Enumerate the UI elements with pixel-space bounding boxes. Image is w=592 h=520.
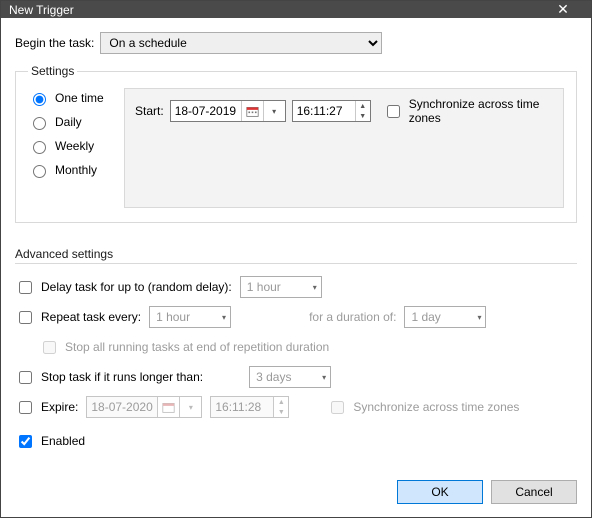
radio-monthly-label: Monthly	[55, 163, 97, 177]
start-time-input[interactable]	[293, 101, 355, 121]
time-spinner[interactable]: ▲ ▼	[355, 101, 370, 121]
advanced-legend: Advanced settings	[15, 247, 577, 264]
expire-date-field[interactable]: ▾	[86, 396, 202, 418]
sync-tz-label: Synchronize across time zones	[409, 97, 553, 125]
stop-longer-input[interactable]	[19, 371, 32, 384]
stop-repetition-checkbox: Stop all running tasks at end of repetit…	[39, 338, 329, 357]
stop-longer-label: Stop task if it runs longer than:	[41, 370, 203, 384]
expire-sync-tz-input	[331, 401, 344, 414]
radio-one-time[interactable]: One time	[28, 90, 114, 106]
chevron-down-icon: ▾	[469, 313, 481, 322]
radio-daily-input[interactable]	[33, 117, 46, 130]
repeat-checkbox[interactable]: Repeat task every:	[15, 308, 141, 327]
spin-down-icon[interactable]: ▼	[274, 407, 288, 417]
start-time-field[interactable]: ▲ ▼	[292, 100, 371, 122]
sync-tz-input[interactable]	[387, 105, 400, 118]
radio-monthly-input[interactable]	[33, 165, 46, 178]
start-label: Start:	[135, 104, 164, 118]
stop-longer-checkbox[interactable]: Stop task if it runs longer than:	[15, 368, 203, 387]
chevron-down-icon: ▾	[314, 373, 326, 382]
chevron-down-icon[interactable]: ▾	[263, 101, 285, 121]
settings-group: Settings One time Daily Weekly	[15, 64, 577, 223]
repeat-value: 1 hour	[156, 310, 190, 324]
schedule-panel: Start: ▾ ▲ ▼	[124, 88, 564, 208]
delay-label: Delay task for up to (random delay):	[41, 280, 232, 294]
repeat-duration-combo[interactable]: 1 day ▾	[404, 306, 486, 328]
dialog-footer: OK Cancel	[1, 470, 591, 520]
expire-label: Expire:	[41, 400, 78, 414]
delay-input[interactable]	[19, 281, 32, 294]
radio-weekly-input[interactable]	[33, 141, 46, 154]
ok-button[interactable]: OK	[397, 480, 483, 504]
repeat-combo[interactable]: 1 hour ▾	[149, 306, 231, 328]
delay-checkbox[interactable]: Delay task for up to (random delay):	[15, 278, 232, 297]
spin-down-icon[interactable]: ▼	[356, 111, 370, 121]
expire-time-field[interactable]: ▲ ▼	[210, 396, 289, 418]
delay-value: 1 hour	[247, 280, 281, 294]
repeat-duration-value: 1 day	[411, 310, 440, 324]
enabled-input[interactable]	[19, 435, 32, 448]
stop-longer-combo[interactable]: 3 days ▾	[249, 366, 331, 388]
start-date-input[interactable]	[171, 101, 241, 121]
window-title: New Trigger	[9, 3, 543, 17]
chevron-down-icon: ▾	[214, 313, 226, 322]
expire-checkbox[interactable]: Expire:	[15, 398, 78, 417]
repeat-input[interactable]	[19, 311, 32, 324]
advanced-group: Advanced settings Delay task for up to (…	[15, 247, 577, 460]
radio-one-time-input[interactable]	[33, 93, 46, 106]
expire-time-input[interactable]	[211, 397, 273, 417]
start-date-field[interactable]: ▾	[170, 100, 286, 122]
calendar-icon[interactable]	[157, 397, 179, 417]
stop-longer-value: 3 days	[256, 370, 291, 384]
begin-task-select[interactable]: On a schedule	[100, 32, 382, 54]
titlebar: New Trigger ✕	[1, 1, 591, 18]
enabled-label: Enabled	[41, 434, 85, 448]
radio-daily-label: Daily	[55, 115, 82, 129]
chevron-down-icon: ▾	[305, 283, 317, 292]
expire-sync-tz-label: Synchronize across time zones	[353, 400, 519, 414]
begin-task-label: Begin the task:	[15, 36, 94, 50]
chevron-down-icon[interactable]: ▾	[179, 397, 201, 417]
cancel-button[interactable]: Cancel	[491, 480, 577, 504]
sync-tz-checkbox[interactable]: Synchronize across time zones	[383, 97, 553, 125]
enabled-checkbox[interactable]: Enabled	[15, 432, 85, 451]
stop-repetition-input	[43, 341, 56, 354]
repeat-duration-label: for a duration of:	[309, 310, 396, 324]
delay-combo[interactable]: 1 hour ▾	[240, 276, 322, 298]
calendar-icon[interactable]	[241, 101, 263, 121]
spin-up-icon[interactable]: ▲	[356, 101, 370, 111]
repeat-label: Repeat task every:	[41, 310, 141, 324]
stop-repetition-label: Stop all running tasks at end of repetit…	[65, 340, 329, 354]
close-icon[interactable]: ✕	[543, 1, 583, 18]
spin-up-icon[interactable]: ▲	[274, 397, 288, 407]
radio-monthly[interactable]: Monthly	[28, 162, 114, 178]
radio-daily[interactable]: Daily	[28, 114, 114, 130]
radio-weekly-label: Weekly	[55, 139, 94, 153]
radio-one-time-label: One time	[55, 91, 104, 105]
expire-input[interactable]	[19, 401, 32, 414]
radio-weekly[interactable]: Weekly	[28, 138, 114, 154]
expire-date-input[interactable]	[87, 397, 157, 417]
settings-legend: Settings	[28, 64, 77, 78]
time-spinner[interactable]: ▲ ▼	[273, 397, 288, 417]
expire-sync-tz-checkbox: Synchronize across time zones	[327, 398, 519, 417]
